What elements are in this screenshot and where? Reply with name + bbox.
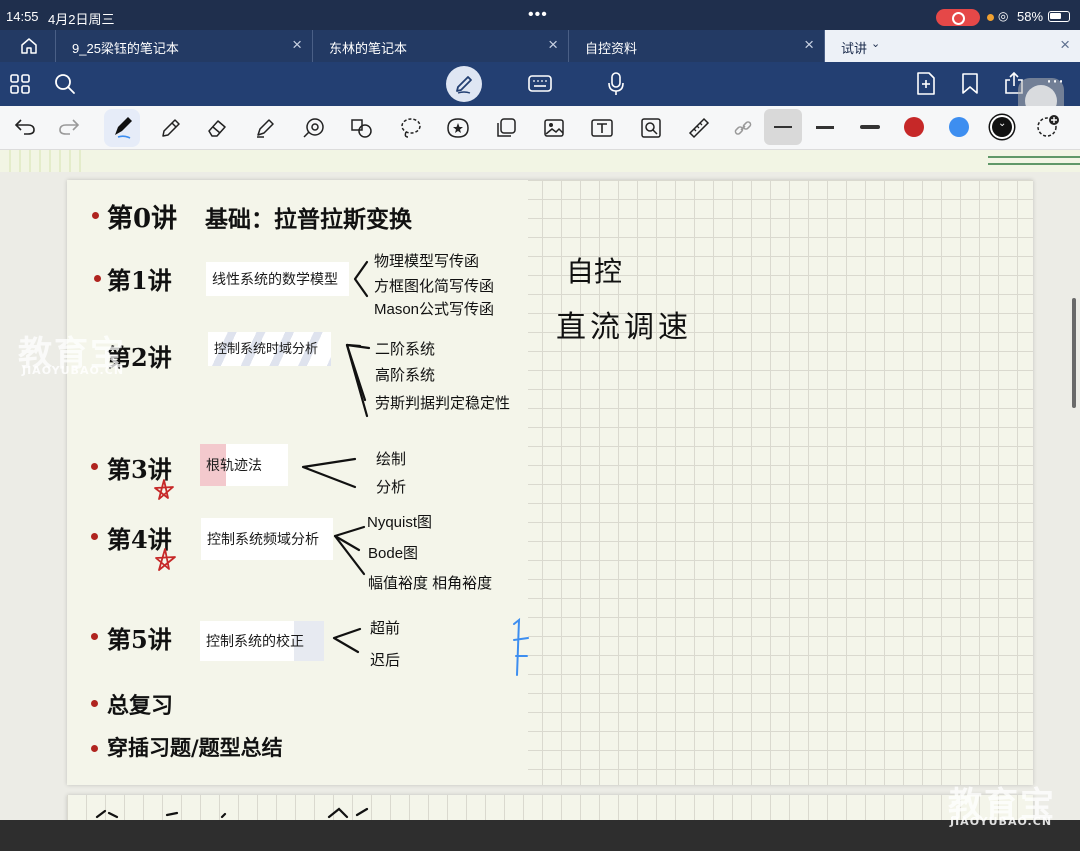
add-color-icon[interactable] bbox=[1036, 115, 1060, 139]
undo-icon[interactable] bbox=[14, 118, 36, 136]
link-icon[interactable] bbox=[734, 119, 752, 137]
more-icon[interactable]: ⋯ bbox=[1046, 71, 1064, 92]
tab-notebook-active[interactable]: 试讲 ⌄ × bbox=[825, 30, 1080, 62]
stroke-medium-button[interactable] bbox=[816, 126, 834, 129]
home-icon bbox=[21, 38, 37, 54]
status-date: 4月2日周三 bbox=[48, 12, 115, 27]
tab-label: 试讲 bbox=[841, 41, 868, 56]
grid-view-icon[interactable] bbox=[10, 74, 30, 94]
scrollbar[interactable] bbox=[1072, 298, 1076, 408]
tab-notebook-3[interactable]: 自控资料 × bbox=[569, 30, 825, 62]
search-icon[interactable] bbox=[54, 73, 76, 95]
fountain-pen-tool[interactable] bbox=[104, 109, 140, 147]
tab-label: 9_25梁钰的笔记本 bbox=[72, 41, 179, 56]
keyboard-icon[interactable] bbox=[528, 75, 552, 93]
close-icon[interactable]: × bbox=[1060, 35, 1070, 55]
multitask-dots-icon[interactable]: ••• bbox=[528, 6, 548, 24]
close-icon[interactable]: × bbox=[804, 35, 814, 55]
watermark-url: JIAOYUBAO.CN bbox=[950, 815, 1053, 828]
mic-indicator-icon bbox=[987, 14, 994, 21]
note-page[interactable]: 第0讲 基础：拉普拉斯变换 第1讲 线性系统的数学模型 物理模型写传函 方框图化… bbox=[67, 180, 1033, 785]
main-toolbar: ⋯ bbox=[0, 62, 1080, 124]
home-tab[interactable] bbox=[0, 30, 56, 62]
tab-label: 东林的笔记本 bbox=[329, 41, 408, 56]
tab-notebook-2[interactable]: 东林的笔记本 × bbox=[313, 30, 569, 62]
fountain-pen-icon bbox=[115, 117, 132, 139]
eye-comfort-icon: ◎ bbox=[998, 9, 1009, 23]
close-icon[interactable]: × bbox=[292, 35, 302, 55]
color-black-swatch[interactable]: ⌄ bbox=[992, 117, 1012, 137]
color-blue-swatch[interactable] bbox=[949, 117, 969, 137]
ink-strokes bbox=[154, 260, 529, 676]
bookmark-icon[interactable] bbox=[961, 73, 979, 95]
tab-notebook-1[interactable]: 9_25梁钰的笔记本 × bbox=[56, 30, 313, 62]
sticker-icon[interactable] bbox=[446, 117, 470, 139]
text-box-icon[interactable] bbox=[590, 117, 614, 139]
stroke-thick-button[interactable] bbox=[860, 125, 880, 129]
shape-tool-icon[interactable] bbox=[302, 117, 326, 139]
close-icon[interactable]: × bbox=[548, 35, 558, 55]
chevron-down-icon[interactable]: ⌄ bbox=[871, 37, 880, 50]
zoom-window-icon[interactable] bbox=[640, 117, 662, 139]
status-bar: 14:55 4月2日周三 ••• ◎ 58% bbox=[0, 0, 1080, 30]
add-page-icon[interactable] bbox=[916, 72, 936, 96]
status-time: 14:55 bbox=[6, 9, 39, 24]
elements-icon[interactable] bbox=[495, 117, 517, 139]
pen-icon bbox=[456, 76, 472, 94]
ruler-icon[interactable] bbox=[688, 117, 710, 139]
battery-percent: 58% bbox=[1017, 9, 1044, 24]
stroke-thin-button[interactable] bbox=[764, 109, 802, 145]
image-icon[interactable] bbox=[543, 117, 565, 139]
strip-lines bbox=[9, 150, 1080, 172]
chevron-down-icon: ⌄ bbox=[998, 118, 1007, 129]
goodnotes-app: 14:55 4月2日周三 ••• ◎ 58% 9_25梁钰的笔记本 × 东林的笔… bbox=[0, 0, 1080, 851]
eraser-icon[interactable] bbox=[205, 117, 229, 139]
pencil-icon[interactable] bbox=[160, 117, 182, 139]
highlighter-icon[interactable] bbox=[254, 117, 276, 139]
shapes-icon[interactable] bbox=[350, 117, 374, 139]
bottom-bar bbox=[0, 820, 1080, 851]
color-red-swatch[interactable] bbox=[904, 117, 924, 137]
pen-mode-button[interactable] bbox=[446, 66, 482, 102]
watermark-url: JIAOYUBAO.CN bbox=[22, 364, 125, 377]
lasso-icon[interactable] bbox=[400, 117, 422, 139]
tab-bar: 9_25梁钰的笔记本 × 东林的笔记本 × 自控资料 × 试讲 ⌄ × bbox=[0, 30, 1080, 62]
page-ruler-strip bbox=[0, 150, 1080, 172]
battery-icon bbox=[1048, 11, 1070, 22]
microphone-icon[interactable] bbox=[607, 72, 625, 96]
screen-record-icon[interactable] bbox=[936, 9, 980, 26]
tab-label: 自控资料 bbox=[585, 41, 638, 56]
redo-icon[interactable] bbox=[58, 118, 80, 136]
